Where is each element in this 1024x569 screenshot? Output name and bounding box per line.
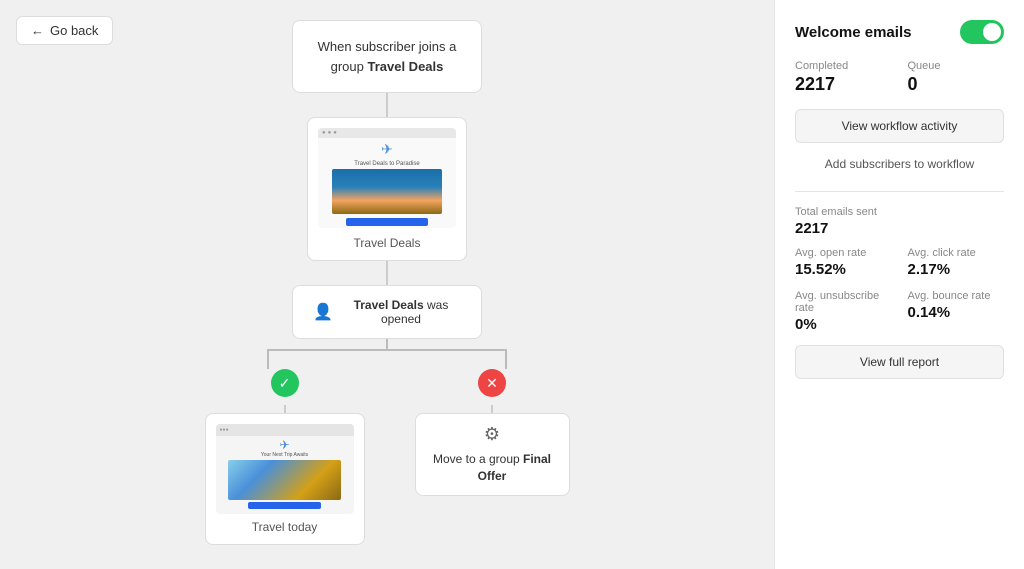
total-emails-section: Total emails sent 2217 [795,206,1004,237]
unsub-rate-label: Avg. unsubscribe rate [795,290,892,314]
completed-stat: Completed 2217 [795,60,892,95]
condition-node[interactable]: 👤 Travel Deals was opened [292,285,482,339]
branches: ✓ ●●● ✈ Your Next Trip Awaits [205,369,570,545]
trigger-group-prefix: group [331,59,364,74]
left-branch-line [267,349,269,369]
email-node[interactable]: ●●● ✈ Travel Deals to Paradise Travel De… [307,117,467,261]
gear-icon: ⚙ [484,424,500,445]
view-activity-button[interactable]: View workflow activity [795,109,1004,143]
trigger-line1: When subscriber joins a [318,39,457,54]
yes-badge: ✓ [271,369,299,397]
sidebar-title: Welcome emails [795,24,911,41]
toggle-slider [960,20,1004,44]
open-click-row: Avg. open rate 15.52% Avg. click rate 2.… [795,247,1004,278]
email-cta [346,218,429,226]
email-preview-body: ✈ Travel Deals to Paradise [318,138,456,228]
ep2-plane-icon: ✈ [279,438,289,452]
no-connector [491,405,493,413]
email-preview-2: ●●● ✈ Your Next Trip Awaits [216,424,354,514]
workflow-toggle[interactable] [960,20,1004,44]
queue-label: Queue [908,60,1005,72]
open-rate-stat: Avg. open rate 15.52% [795,247,892,278]
condition-label-bold: Travel Deals [354,298,424,312]
email-preview-header: ●●● [318,128,456,138]
branch-lines [247,339,527,369]
stats-row: Completed 2217 Queue 0 [795,60,1004,95]
click-rate-value: 2.17% [908,261,1005,278]
unsub-rate-stat: Avg. unsubscribe rate 0% [795,290,892,333]
action-label: Move to a group Final Offer [426,451,559,485]
email-node-label: Travel Deals [318,236,456,250]
branch-yes: ✓ ●●● ✈ Your Next Trip Awaits [205,369,365,545]
workflow: When subscriber joins a group Travel Dea… [0,0,774,565]
ep2-title-text: Your Next Trip Awaits [261,452,308,458]
bounce-rate-label: Avg. bounce rate [908,290,1005,302]
email-preview-1: ●●● ✈ Travel Deals to Paradise [318,128,456,228]
trigger-node[interactable]: When subscriber joins a group Travel Dea… [292,20,482,93]
action-node[interactable]: ⚙ Move to a group Final Offer [415,413,570,496]
click-rate-stat: Avg. click rate 2.17% [908,247,1005,278]
queue-stat: Queue 0 [908,60,1005,95]
add-subscribers-button[interactable]: Add subscribers to workflow [795,151,1004,177]
connector-1 [386,93,388,117]
workflow-canvas: ← Go back When subscriber joins a group … [0,0,774,569]
total-emails-label: Total emails sent [795,206,1004,218]
open-rate-label: Avg. open rate [795,247,892,259]
go-back-label: Go back [50,23,98,38]
condition-label: Travel Deals was opened [341,298,461,326]
horiz-split [267,349,507,351]
action-prefix: Move to a group [433,452,520,466]
trigger-group-name: Travel Deals [367,59,443,74]
right-branch-line [505,349,507,369]
go-back-button[interactable]: ← Go back [16,16,113,45]
branch-no: ✕ ⚙ Move to a group Final Offer [415,369,570,496]
email-image [332,169,442,214]
no-badge: ✕ [478,369,506,397]
open-rate-value: 15.52% [795,261,892,278]
ep2-header: ●●● [216,424,354,436]
bounce-rate-stat: Avg. bounce rate 0.14% [908,290,1005,333]
unsub-bounce-row: Avg. unsubscribe rate 0% Avg. bounce rat… [795,290,1004,333]
plane-icon: ✈ [381,141,393,158]
total-emails-value: 2217 [795,220,1004,237]
email-node-2-label: Travel today [216,520,354,534]
yes-connector [284,405,286,413]
arrow-left-icon: ← [31,23,44,38]
connector-2 [386,261,388,285]
bounce-rate-value: 0.14% [908,304,1005,321]
vert-split-top [386,339,388,349]
email-preview-title-text: Travel Deals to Paradise [350,161,423,167]
ep2-body: ✈ Your Next Trip Awaits [216,436,354,514]
sidebar: Welcome emails Completed 2217 Queue 0 Vi… [774,0,1024,569]
view-full-report-button[interactable]: View full report [795,345,1004,379]
completed-label: Completed [795,60,892,72]
queue-value: 0 [908,74,1005,95]
sidebar-header: Welcome emails [795,20,1004,44]
ep2-image [228,460,342,500]
click-rate-label: Avg. click rate [908,247,1005,259]
email-node-2[interactable]: ●●● ✈ Your Next Trip Awaits Travel today [205,413,365,545]
sidebar-divider [795,191,1004,192]
unsub-rate-value: 0% [795,316,892,333]
action-content: ⚙ Move to a group Final Offer [426,424,559,485]
condition-icon: 👤 [313,302,333,322]
ep2-cta [248,502,322,509]
completed-value: 2217 [795,74,892,95]
